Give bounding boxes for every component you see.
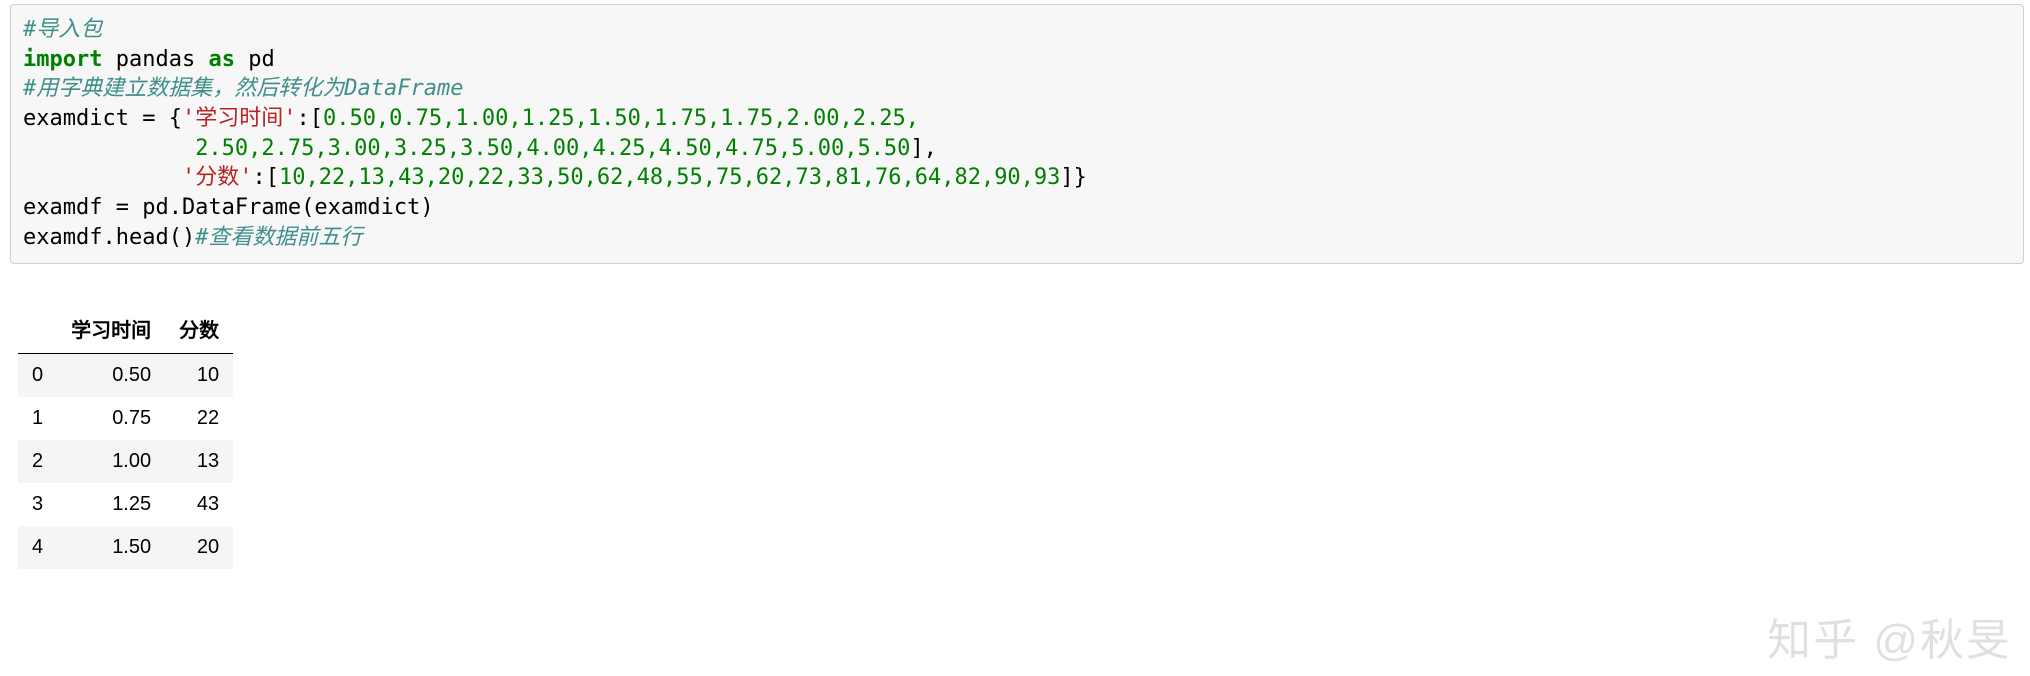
- code-punct: ],: [910, 136, 937, 161]
- table-cell: 43: [165, 483, 233, 526]
- code-indent: [23, 136, 195, 161]
- table-index: 0: [18, 353, 57, 397]
- table-cell: 1.25: [57, 483, 165, 526]
- table-cell: 22: [165, 397, 233, 440]
- code-punct: :[: [296, 106, 323, 131]
- code-number: 0.50,0.75,1.00,1.25,1.50,1.75,1.75,2.00,…: [323, 106, 919, 131]
- table-corner: [18, 304, 57, 354]
- code-punct: :[: [252, 165, 279, 190]
- dataframe-table: 学习时间 分数 0 0.50 10 1 0.75 22 2 1.00: [18, 304, 233, 569]
- table-cell: 13: [165, 440, 233, 483]
- table-index: 2: [18, 440, 57, 483]
- table-row: 0 0.50 10: [18, 353, 233, 397]
- table-index: 4: [18, 526, 57, 569]
- code-line: examdf = pd.DataFrame(examdict): [23, 195, 434, 220]
- code-string: '分数': [182, 165, 253, 190]
- code-comment: #用字典建立数据集，然后转化为DataFrame: [23, 76, 463, 101]
- code-ident: pandas: [102, 47, 208, 72]
- code-keyword-import: import: [23, 47, 102, 72]
- code-comment: #查看数据前五行: [195, 225, 362, 250]
- table-col-header: 学习时间: [57, 304, 165, 354]
- code-cell: #导入包 import pandas as pd #用字典建立数据集，然后转化为…: [10, 4, 2024, 264]
- watermark: 知乎 @秋旻: [1767, 604, 2012, 668]
- code-string: '学习时间': [182, 106, 297, 131]
- table-cell: 20: [165, 526, 233, 569]
- code-ident: examdict = {: [23, 106, 182, 131]
- table-row: 4 1.50 20: [18, 526, 233, 569]
- table-cell: 1.00: [57, 440, 165, 483]
- code-number: 10,22,13,43,20,22,33,50,62,48,55,75,62,7…: [279, 165, 1060, 190]
- code-line: examdf.head(): [23, 225, 195, 250]
- code-comment: #导入包: [23, 17, 102, 42]
- code-keyword-as: as: [208, 47, 235, 72]
- code-punct: ]}: [1060, 165, 1087, 190]
- code-number: 2.50,2.75,3.00,3.25,3.50,4.00,4.25,4.50,…: [195, 136, 910, 161]
- code-ident: pd: [235, 47, 275, 72]
- table-cell: 0.75: [57, 397, 165, 440]
- table-row: 3 1.25 43: [18, 483, 233, 526]
- table-cell: 1.50: [57, 526, 165, 569]
- table-cell: 0.50: [57, 353, 165, 397]
- table-index: 1: [18, 397, 57, 440]
- output-area: 学习时间 分数 0 0.50 10 1 0.75 22 2 1.00: [18, 304, 2024, 569]
- code-indent: [23, 165, 182, 190]
- table-index: 3: [18, 483, 57, 526]
- table-col-header: 分数: [165, 304, 233, 354]
- table-cell: 10: [165, 353, 233, 397]
- table-row: 2 1.00 13: [18, 440, 233, 483]
- table-row: 1 0.75 22: [18, 397, 233, 440]
